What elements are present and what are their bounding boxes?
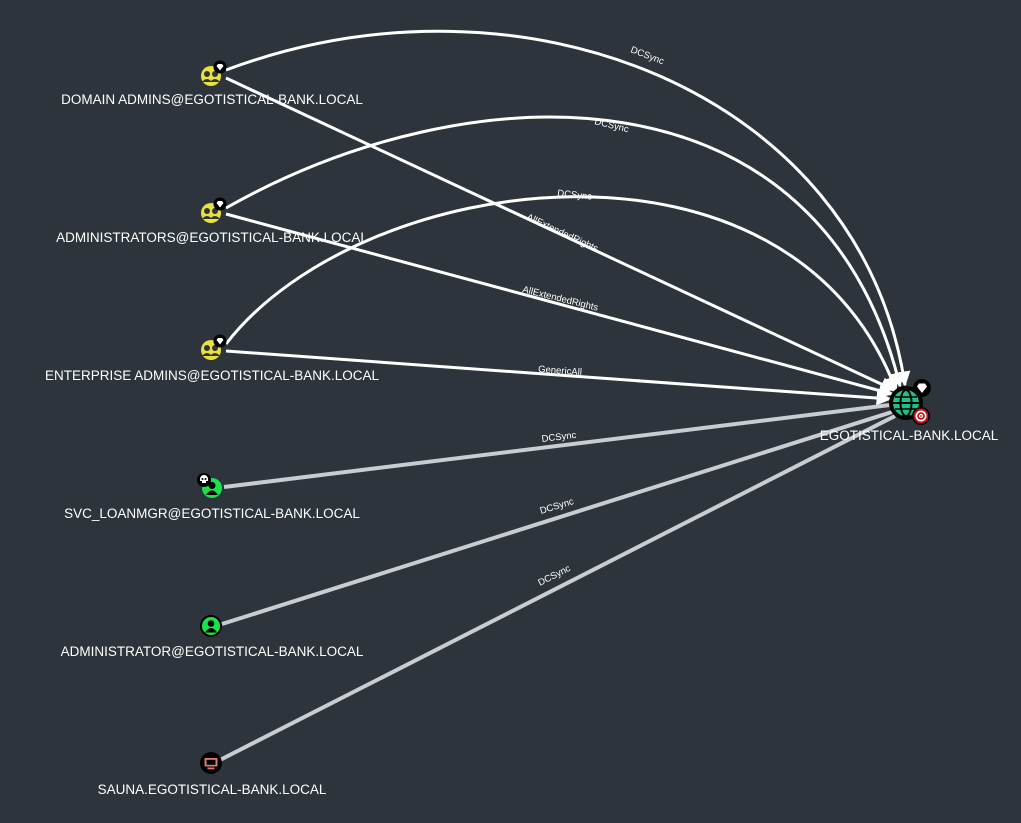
node-label-enterprise-admins: ENTERPRISE ADMINS@EGOTISTICAL-BANK.LOCAL — [45, 368, 380, 383]
node-label-domain-admins: DOMAIN ADMINS@EGOTISTICAL-BANK.LOCAL — [61, 92, 363, 107]
high-value-diamond-icon — [213, 197, 227, 211]
target-icon — [912, 407, 930, 425]
edge-label-enterprise-admins-genericall: GenericAll — [538, 364, 582, 378]
node-domain-admins[interactable]: DOMAIN ADMINS@EGOTISTICAL-BANK.LOCAL — [61, 60, 363, 108]
owned-skull-icon — [197, 473, 211, 487]
node-label-administrators: ADMINISTRATORS@EGOTISTICAL-BANK.LOCAL — [56, 230, 368, 245]
edge-label-enterprise-admins-dcsync: DCSync — [557, 188, 593, 203]
user-icon — [200, 615, 222, 637]
edge-sauna-dcsync[interactable] — [219, 414, 896, 762]
node-svc-loanmgr[interactable]: SVC_LOANMGR@EGOTISTICAL-BANK.LOCAL — [64, 473, 360, 521]
edge-label-administrators-dcsync: DCSync — [593, 116, 630, 135]
high-value-diamond-icon — [213, 60, 227, 74]
node-sauna[interactable]: SAUNA.EGOTISTICAL-BANK.LOCAL — [98, 752, 327, 797]
edge-label-domain-admins-allextendedrights: AllExtendedRights — [525, 212, 600, 255]
edge-label-administrators-allextendedrights: AllExtendedRights — [521, 284, 599, 314]
attack-path-graph[interactable]: DCSync AllExtendedRights DCSync AllExten… — [0, 0, 1021, 823]
high-value-diamond-icon — [913, 379, 931, 397]
computer-icon — [200, 752, 222, 774]
node-label-svc-loanmgr: SVC_LOANMGR@EGOTISTICAL-BANK.LOCAL — [64, 506, 360, 521]
high-value-diamond-icon — [213, 334, 227, 348]
node-label-sauna: SAUNA.EGOTISTICAL-BANK.LOCAL — [98, 782, 327, 797]
edge-label-domain-admins-dcsync: DCSync — [629, 45, 666, 68]
node-label-domain: EGOTISTICAL-BANK.LOCAL — [820, 428, 999, 443]
node-administrators[interactable]: ADMINISTRATORS@EGOTISTICAL-BANK.LOCAL — [56, 197, 368, 246]
node-administrator[interactable]: ADMINISTRATOR@EGOTISTICAL-BANK.LOCAL — [61, 615, 364, 659]
node-label-administrator: ADMINISTRATOR@EGOTISTICAL-BANK.LOCAL — [61, 644, 364, 659]
